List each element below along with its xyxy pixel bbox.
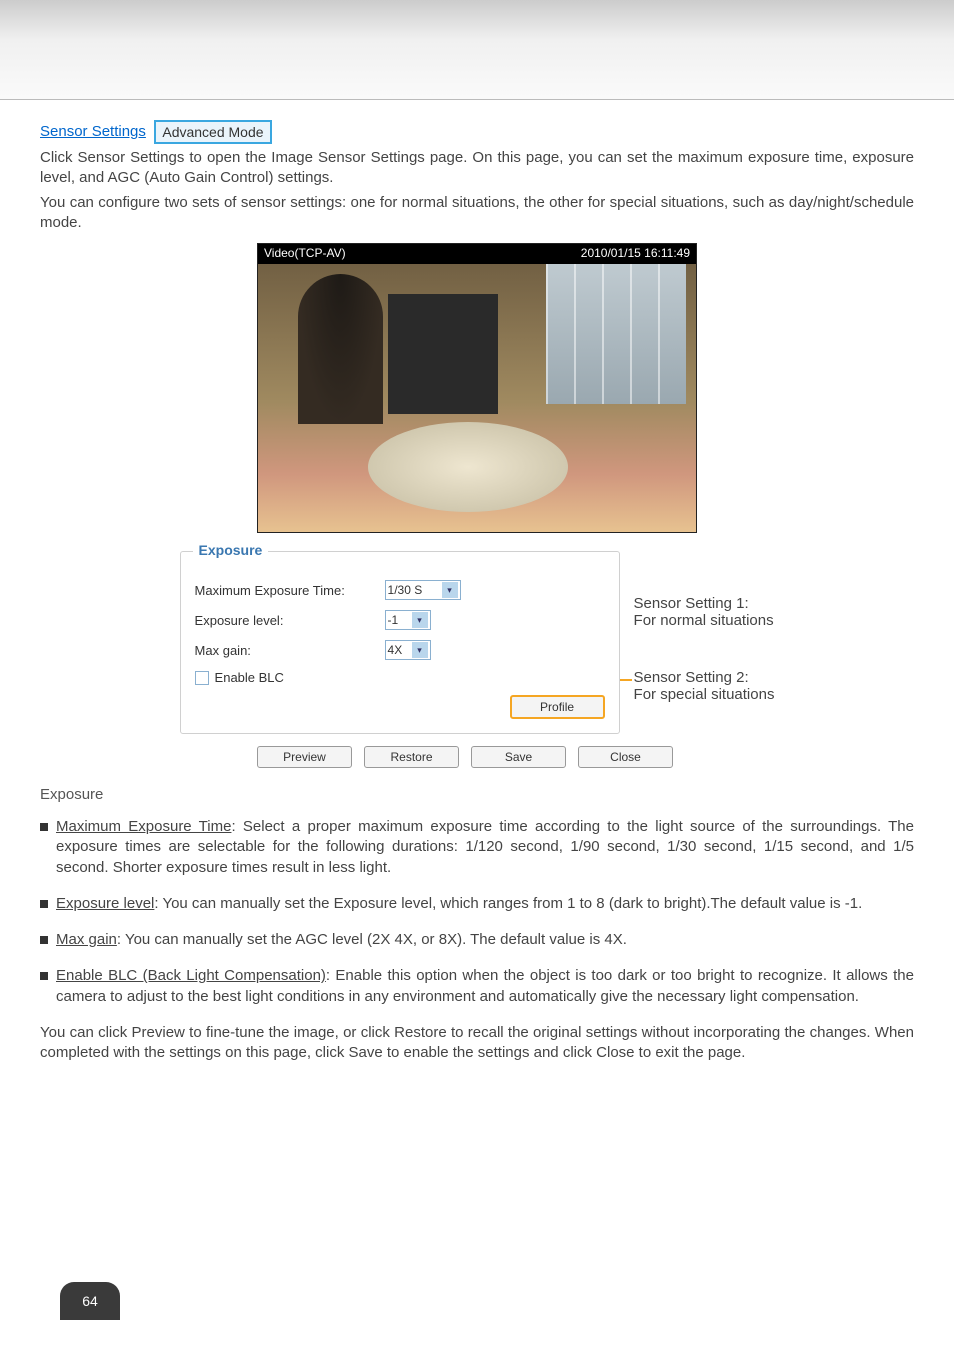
bullet-4-underline: Enable BLC (Back Light Compensation) [56,967,326,984]
exposure-level-select[interactable]: -1 ▾ [385,610,431,630]
annotation-1-sub: For normal situations [634,612,775,629]
save-button[interactable]: Save [471,746,566,768]
max-exposure-select[interactable]: 1/30 S ▾ [385,580,461,600]
intro-paragraph-1: Click Sensor Settings to open the Image … [40,148,914,189]
sensor-settings-link[interactable]: Sensor Settings [40,123,146,140]
chevron-down-icon: ▾ [412,612,428,628]
preview-button[interactable]: Preview [257,746,352,768]
connector-line [620,679,632,681]
restore-button[interactable]: Restore [364,746,459,768]
video-title: Video(TCP-AV) [264,246,346,262]
max-gain-label: Max gain: [195,643,385,658]
enable-blc-label: Enable BLC [215,670,284,685]
enable-blc-checkbox[interactable] [195,671,209,685]
video-frame-image [258,264,696,532]
bullet-1-underline: Maximum Exposure Time [56,818,231,835]
square-bullet-icon [40,823,48,831]
annotation-sensor-setting-2: Sensor Setting 2: For special situations [634,669,775,703]
max-exposure-value: 1/30 S [388,583,438,597]
exposure-fieldset: Exposure Maximum Exposure Time: 1/30 S ▾… [180,551,620,734]
exposure-legend: Exposure [193,542,269,558]
video-timestamp: 2010/01/15 16:11:49 [581,246,690,262]
max-exposure-label: Maximum Exposure Time: [195,583,385,598]
profile-button[interactable]: Profile [510,695,605,719]
bullet-3-underline: Max gain [56,931,117,948]
close-button[interactable]: Close [578,746,673,768]
exposure-level-value: -1 [388,613,408,627]
exposure-level-label: Exposure level: [195,613,385,628]
bullet-3-text: : You can manually set the AGC level (2X… [117,931,627,948]
page-number-badge: 64 [60,1282,120,1320]
square-bullet-icon [40,936,48,944]
max-gain-select[interactable]: 4X ▾ [385,640,431,660]
bullet-2-text: : You can manually set the Exposure leve… [154,895,862,912]
bullet-enable-blc: Enable BLC (Back Light Compensation): En… [40,966,914,1007]
bullet-max-gain: Max gain: You can manually set the AGC l… [40,930,914,950]
chevron-down-icon: ▾ [442,582,458,598]
exposure-subheading: Exposure [40,786,914,803]
annotation-sensor-setting-1: Sensor Setting 1: For normal situations [634,595,775,629]
bullet-exposure-level: Exposure level: You can manually set the… [40,894,914,914]
annotation-1-title: Sensor Setting 1: [634,595,775,612]
bullet-2-underline: Exposure level [56,895,154,912]
annotation-2-sub: For special situations [634,686,775,703]
video-preview: Video(TCP-AV) 2010/01/15 16:11:49 [257,243,697,533]
intro-paragraph-2: You can configure two sets of sensor set… [40,193,914,234]
annotation-2-title: Sensor Setting 2: [634,669,775,686]
closing-paragraph: You can click Preview to fine-tune the i… [40,1023,914,1064]
max-gain-value: 4X [388,643,408,657]
chevron-down-icon: ▾ [412,642,428,658]
square-bullet-icon [40,972,48,980]
header-gradient [0,0,954,100]
bullet-max-exposure: Maximum Exposure Time: Select a proper m… [40,817,914,878]
advanced-mode-badge: Advanced Mode [154,120,271,144]
square-bullet-icon [40,900,48,908]
section-heading-row: Sensor Settings Advanced Mode [40,120,914,144]
